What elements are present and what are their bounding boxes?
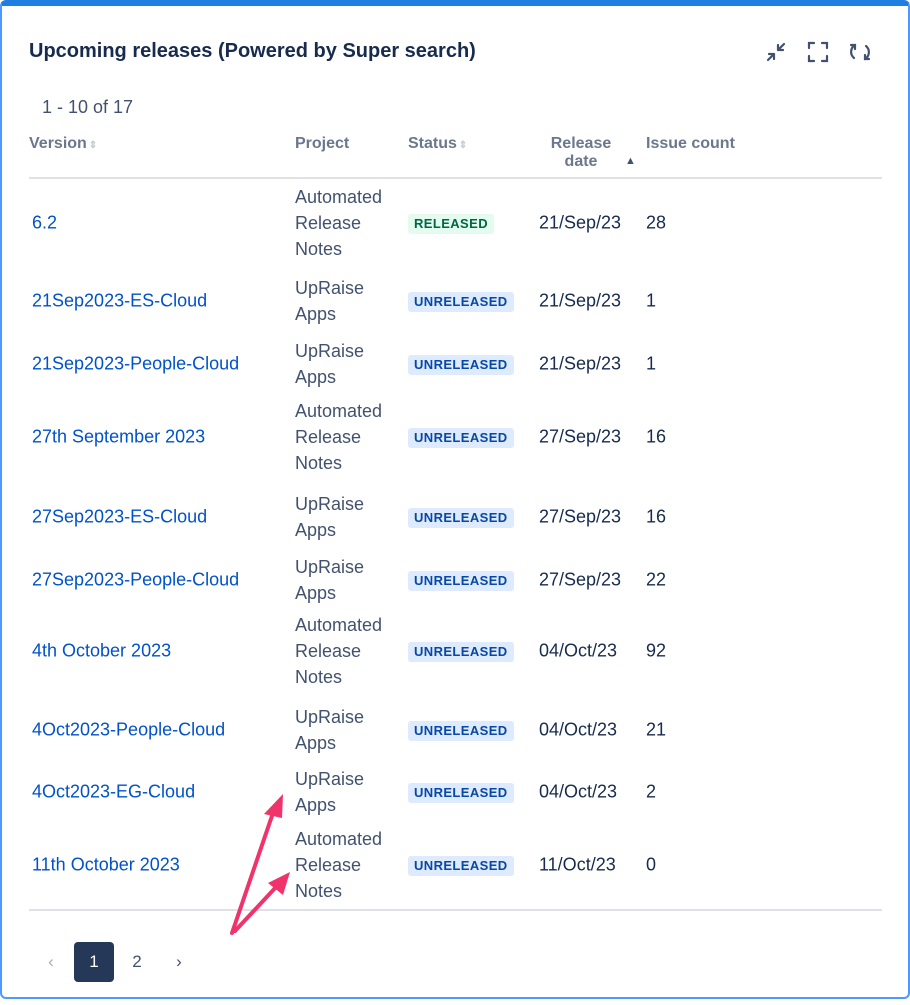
status-lozenge: UNRELEASED [408,783,514,803]
release-date: 04/Oct/23 [539,719,618,740]
release-date: 11/Oct/23 [539,854,616,875]
next-page-button[interactable]: › [160,942,198,982]
release-date: 21/Sep/23 [539,212,622,233]
status-lozenge: UNRELEASED [408,571,514,591]
release-date: 27/Sep/23 [539,506,622,527]
project-name: UpRaise Apps [295,557,365,603]
table-row: 21Sep2023-ES-Cloud UpRaise Apps UNRELEASED… [2,272,910,330]
status-lozenge: UNRELEASED [408,355,514,375]
project-name: Automated Release Notes [295,401,383,473]
status-cell: UNRELEASED [408,290,514,312]
status-cell: UNRELEASED [408,719,514,741]
table-row: 27th September 2023 Automated Release Not… [2,396,910,478]
column-header-issue-count-label: Issue count [646,135,735,152]
footer-divider [29,909,882,911]
issue-count: 21 [646,719,667,740]
sort-icon: ⇕ [458,140,468,151]
release-date: 27/Sep/23 [539,569,622,590]
project-name: UpRaise Apps [295,341,365,387]
version-link[interactable]: 21Sep2023-People-Cloud [32,354,239,375]
table-row: 4th October 2023 Automated Release Notes U… [2,610,910,692]
column-header-issue-count: Issue count [646,135,735,153]
sort-icon: ⇕ [88,140,98,151]
project-name: UpRaise Apps [295,278,365,324]
status-cell: UNRELEASED [408,569,514,591]
status-lozenge: UNRELEASED [408,428,514,448]
previous-page-button[interactable]: ‹ [32,942,70,982]
status-lozenge: UNRELEASED [408,856,514,876]
issue-count: 22 [646,569,667,590]
status-cell: UNRELEASED [408,640,514,662]
issue-count: 92 [646,640,667,661]
version-link[interactable]: 6.2 [32,213,57,234]
page-2-button[interactable]: 2 [118,942,156,982]
release-date: 04/Oct/23 [539,781,618,802]
status-lozenge: UNRELEASED [408,721,514,741]
status-cell: RELEASED [408,212,494,234]
column-header-status-label: Status [408,135,457,152]
version-link[interactable]: 4Oct2023-EG-Cloud [32,782,195,803]
page-1-button[interactable]: 1 [74,942,114,982]
issue-count: 0 [646,854,657,875]
project-name: UpRaise Apps [295,707,365,753]
column-header-version-label: Version [29,135,87,152]
project-name: UpRaise Apps [295,494,365,540]
panel-title: Upcoming releases (Powered by Super sear… [29,40,476,62]
table-row: 4Oct2023-EG-Cloud UpRaise Apps UNRELEASED 0… [2,764,910,820]
version-link[interactable]: 4Oct2023-People-Cloud [32,720,225,741]
table-row: 11th October 2023 Automated Release Notes… [2,826,910,904]
column-header-release-date-label: Release date [550,135,612,170]
fullscreen-icon[interactable] [806,40,830,64]
status-cell: UNRELEASED [408,506,514,528]
version-link[interactable]: 27Sep2023-People-Cloud [32,570,239,591]
version-link[interactable]: 4th October 2023 [32,641,171,662]
refresh-icon[interactable] [848,40,872,64]
panel-toolbar [764,40,872,64]
version-link[interactable]: 27th September 2023 [32,427,205,448]
issue-count: 1 [646,353,657,374]
version-link[interactable]: 21Sep2023-ES-Cloud [32,291,207,312]
column-header-status[interactable]: Status ⇕ [408,135,467,155]
table-row: 21Sep2023-People-Cloud UpRaise Apps UNRELE… [2,336,910,392]
issue-count: 16 [646,426,667,447]
issue-count: 1 [646,290,657,311]
release-date: 21/Sep/23 [539,353,622,374]
pagination: ‹ 1 2 › [32,942,202,982]
pagination-summary: 1 - 10 of 17 [42,97,134,117]
project-name: Automated Release Notes [295,615,383,687]
status-lozenge: RELEASED [408,214,494,234]
column-header-release-date[interactable]: Release date [546,135,616,171]
project-name: Automated Release Notes [295,829,383,901]
status-lozenge: UNRELEASED [408,642,514,662]
release-date: 27/Sep/23 [539,426,622,447]
version-link[interactable]: 11th October 2023 [32,855,180,876]
project-name: Automated Release Notes [295,187,383,259]
release-date: 21/Sep/23 [539,290,622,311]
table-row: 6.2 Automated Release Notes RELEASED 21/Sep… [2,182,910,264]
column-header-project-label: Project [295,135,350,152]
issue-count: 16 [646,506,667,527]
minimize-icon[interactable] [764,40,788,64]
status-cell: UNRELEASED [408,426,514,448]
status-lozenge: UNRELEASED [408,292,514,312]
release-date: 04/Oct/23 [539,640,618,661]
table-row: 4Oct2023-People-Cloud UpRaise Apps UNRELEA… [2,702,910,758]
status-cell: UNRELEASED [408,781,514,803]
version-link[interactable]: 27Sep2023-ES-Cloud [32,507,207,528]
column-header-version[interactable]: Version ⇕ [29,135,97,155]
table-row: 27Sep2023-People-Cloud UpRaise Apps UNRELE… [2,552,910,608]
project-name: UpRaise Apps [295,769,365,815]
sort-ascending-icon: ▲ [625,155,636,167]
column-header-project: Project [295,135,349,153]
gadget-panel: Upcoming releases (Powered by Super sear… [0,0,910,999]
issue-count: 28 [646,212,667,233]
table-row: 27Sep2023-ES-Cloud UpRaise Apps UNRELEASED… [2,488,910,546]
status-lozenge: UNRELEASED [408,508,514,528]
header-divider [29,177,882,179]
status-cell: UNRELEASED [408,353,514,375]
status-cell: UNRELEASED [408,854,514,876]
issue-count: 2 [646,781,657,802]
